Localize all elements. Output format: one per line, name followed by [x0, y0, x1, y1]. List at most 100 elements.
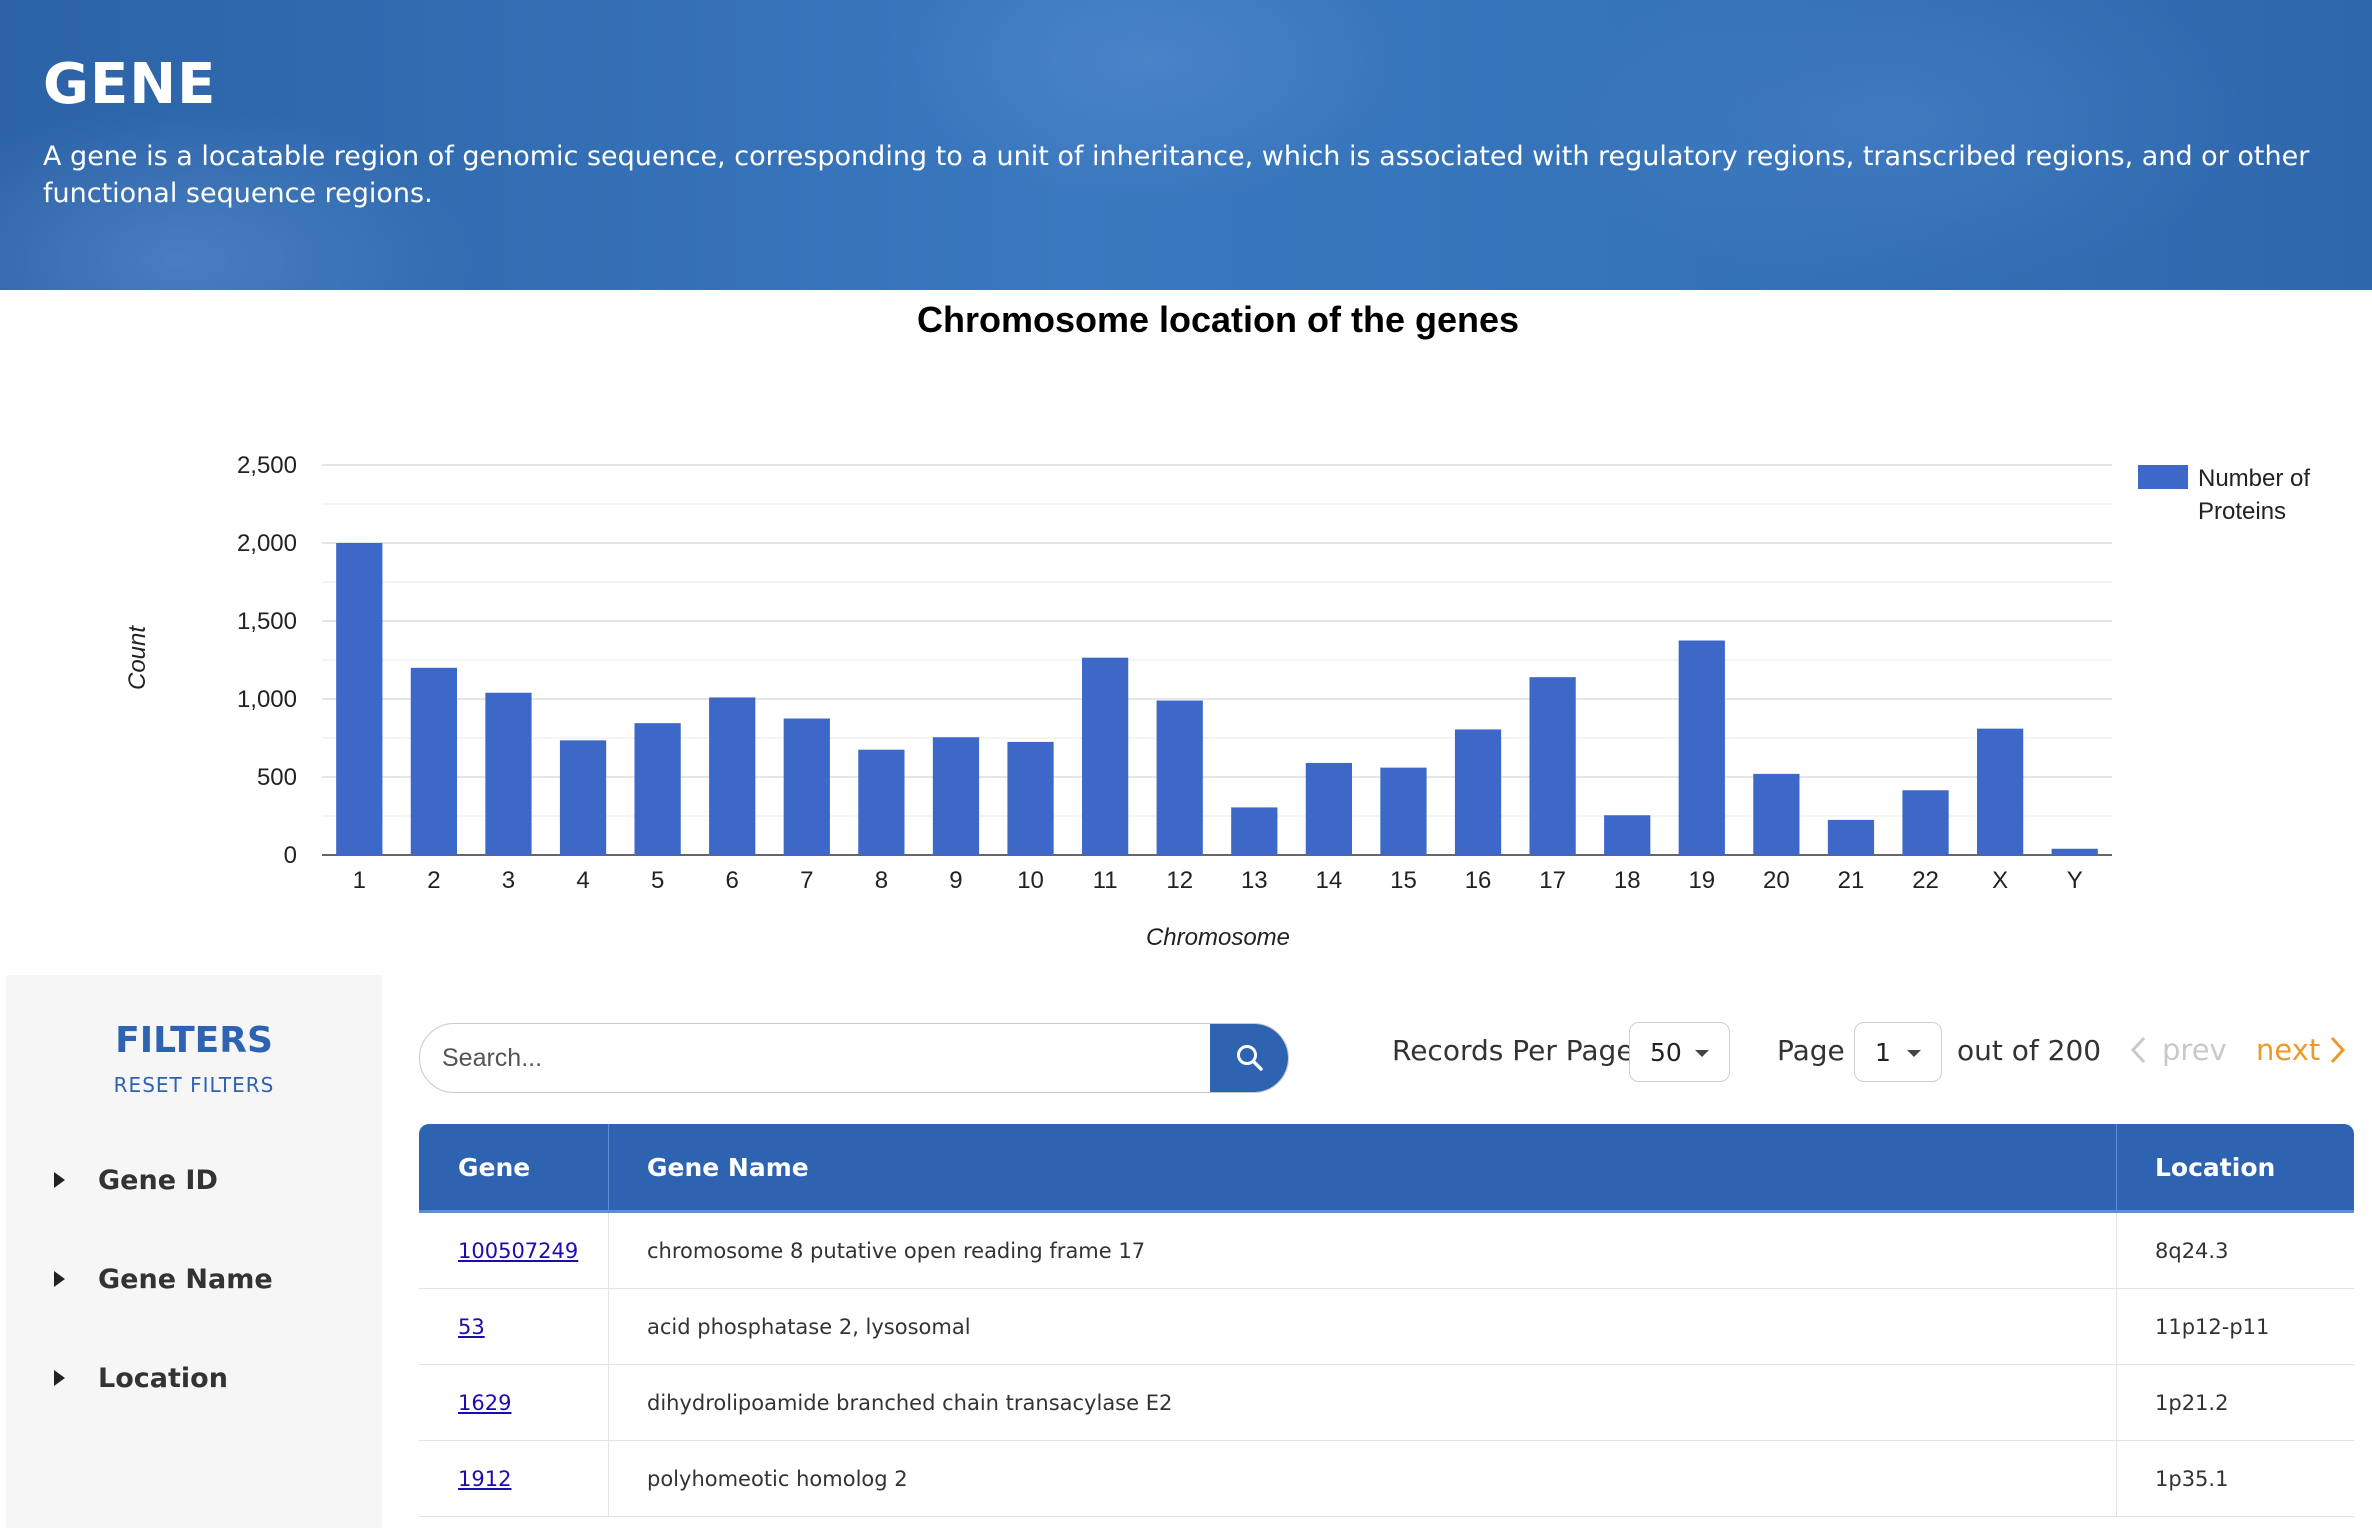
- bar-chromosome-20[interactable]: [1753, 773, 1800, 855]
- filters-panel: FILTERS RESET FILTERS Gene ID Gene Name …: [6, 975, 382, 1528]
- x-tick-label: 8: [875, 867, 888, 894]
- x-tick-label: 20: [1763, 867, 1790, 894]
- filter-location[interactable]: Location: [54, 1358, 228, 1398]
- x-tick-label: 5: [651, 867, 664, 894]
- filters-title: FILTERS: [115, 1020, 273, 1061]
- x-tick-label: 10: [1017, 867, 1044, 894]
- records-per-page-value: 50: [1650, 1037, 1682, 1067]
- gene-name-cell: dihydrolipoamide branched chain transacy…: [647, 1390, 1173, 1415]
- y-tick-label: 0: [284, 842, 297, 869]
- y-axis-ticks: 0 500 1,000 1,500 2,000 2,500: [237, 452, 297, 869]
- bar-chromosome-4[interactable]: [559, 740, 607, 855]
- x-tick-label: 11: [1093, 867, 1118, 894]
- y-tick-label: 2,500: [237, 452, 297, 479]
- expand-arrow-icon: [54, 1271, 65, 1287]
- page-title: GENE: [43, 52, 217, 117]
- chart-canvas: Chromosome location of the genes 0 500 1,0…: [124, 299, 2310, 951]
- x-tick-label: 14: [1316, 867, 1343, 894]
- x-tick-label: Y: [2067, 867, 2083, 894]
- gene-id-link[interactable]: 100507249: [458, 1239, 578, 1263]
- gene-name-cell: acid phosphatase 2, lysosomal: [647, 1314, 971, 1339]
- x-axis-ticks: 1 2 3 4 5 6 7 8 9 10 11 12 13 14 15 16 17 18 19 20 21 22 X Y: [353, 867, 2083, 894]
- bar-chromosome-16[interactable]: [1454, 729, 1502, 855]
- records-per-page-select[interactable]: 50: [1629, 1022, 1730, 1082]
- expand-arrow-icon: [54, 1172, 65, 1188]
- chart-legend: Number of Proteins: [2138, 465, 2310, 525]
- legend-label-line-1: Number of: [2198, 465, 2310, 492]
- x-axis-title: Chromosome: [1146, 924, 1290, 951]
- search-bar: [419, 1023, 1289, 1093]
- x-tick-label: 15: [1390, 867, 1417, 894]
- gene-id-link[interactable]: 1912: [458, 1467, 511, 1491]
- x-tick-label: 21: [1838, 867, 1865, 894]
- bar-chromosome-9[interactable]: [932, 737, 980, 855]
- gene-id-cell: 53: [419, 1289, 608, 1364]
- column-header-location[interactable]: Location: [2116, 1124, 2354, 1210]
- bar-chromosome-3[interactable]: [485, 692, 532, 855]
- bar-chromosome-X[interactable]: [1977, 728, 2024, 855]
- y-tick-label: 2,000: [237, 530, 297, 557]
- bar-chromosome-8[interactable]: [858, 749, 905, 855]
- table-row: 1912 polyhomeotic homolog 2 1p35.1: [419, 1441, 2354, 1517]
- bar-chromosome-22[interactable]: [1902, 790, 1949, 855]
- table-row: 100507249 chromosome 8 putative open rea…: [419, 1213, 2354, 1289]
- legend-label-line-2: Proteins: [2198, 498, 2286, 525]
- x-tick-label: X: [1992, 867, 2008, 894]
- filter-gene-id[interactable]: Gene ID: [54, 1160, 218, 1200]
- page-value: 1: [1875, 1037, 1891, 1067]
- bar-chromosome-19[interactable]: [1678, 640, 1725, 856]
- filter-label: Gene ID: [98, 1164, 218, 1196]
- x-tick-label: 19: [1688, 867, 1715, 894]
- bar-chromosome-6[interactable]: [709, 697, 756, 855]
- search-button[interactable]: [1210, 1024, 1288, 1092]
- page-select[interactable]: 1: [1854, 1022, 1942, 1082]
- table-row: 53 acid phosphatase 2, lysosomal 11p12-p…: [419, 1289, 2354, 1365]
- prev-label: prev: [2162, 1033, 2227, 1067]
- chevron-left-icon: [2130, 1036, 2146, 1064]
- x-tick-label: 22: [1912, 867, 1939, 894]
- filter-gene-name[interactable]: Gene Name: [54, 1259, 273, 1299]
- bar-chromosome-5[interactable]: [634, 723, 681, 855]
- x-tick-label: 7: [800, 867, 813, 894]
- column-header-gene-name[interactable]: Gene Name: [608, 1124, 2105, 1210]
- caret-down-icon: [1907, 1050, 1921, 1057]
- bar-chromosome-10[interactable]: [1007, 741, 1054, 855]
- prev-page-link[interactable]: prev: [2130, 1030, 2227, 1070]
- records-per-page-label: Records Per Page: [1392, 1034, 1634, 1067]
- x-tick-label: 13: [1241, 867, 1268, 894]
- bar-chromosome-12[interactable]: [1156, 700, 1203, 855]
- next-page-link[interactable]: next: [2256, 1030, 2346, 1070]
- y-tick-label: 1,000: [237, 686, 297, 713]
- chevron-right-icon: [2331, 1036, 2346, 1064]
- bar-chromosome-18[interactable]: [1604, 815, 1651, 855]
- y-tick-label: 500: [257, 764, 297, 791]
- chromosome-chart: Chromosome location of the genes 0 500 1,0…: [0, 290, 2372, 970]
- gene-name-cell: chromosome 8 putative open reading frame…: [647, 1238, 1146, 1263]
- bar-chromosome-21[interactable]: [1827, 819, 1875, 855]
- x-tick-label: 16: [1465, 867, 1492, 894]
- bar-chromosome-17[interactable]: [1529, 677, 1576, 855]
- column-header-gene[interactable]: Gene: [419, 1124, 608, 1210]
- gene-id-link[interactable]: 1629: [458, 1391, 511, 1415]
- page-total-label: out of 200: [1957, 1034, 2102, 1067]
- bar-chromosome-14[interactable]: [1305, 762, 1352, 855]
- genes-table: Gene Gene Name Location 100507249 chromo…: [419, 1124, 2354, 1517]
- gene-id-link[interactable]: 53: [458, 1315, 485, 1339]
- location-cell: 11p12-p11: [2155, 1314, 2270, 1339]
- x-tick-label: 1: [353, 867, 366, 894]
- bar-chromosome-7[interactable]: [783, 718, 830, 856]
- search-icon: [1237, 1045, 1263, 1071]
- page-description: A gene is a locatable region of genomic …: [43, 141, 2310, 209]
- table-row: 1629 dihydrolipoamide branched chain tra…: [419, 1365, 2354, 1441]
- bar-chromosome-13[interactable]: [1231, 807, 1278, 855]
- gene-id-cell: 100507249: [419, 1213, 608, 1288]
- x-tick-label: 17: [1539, 867, 1566, 894]
- y-axis-title: Count: [124, 625, 151, 690]
- bar-chromosome-15[interactable]: [1380, 767, 1427, 855]
- reset-filters-link[interactable]: RESET FILTERS: [6, 1073, 382, 1097]
- bar-chromosome-2[interactable]: [410, 667, 457, 855]
- bar-chromosome-Y[interactable]: [2051, 848, 2098, 855]
- bar-chromosome-11[interactable]: [1082, 657, 1129, 855]
- search-input[interactable]: [420, 1024, 1210, 1092]
- bar-chromosome-1[interactable]: [336, 543, 383, 855]
